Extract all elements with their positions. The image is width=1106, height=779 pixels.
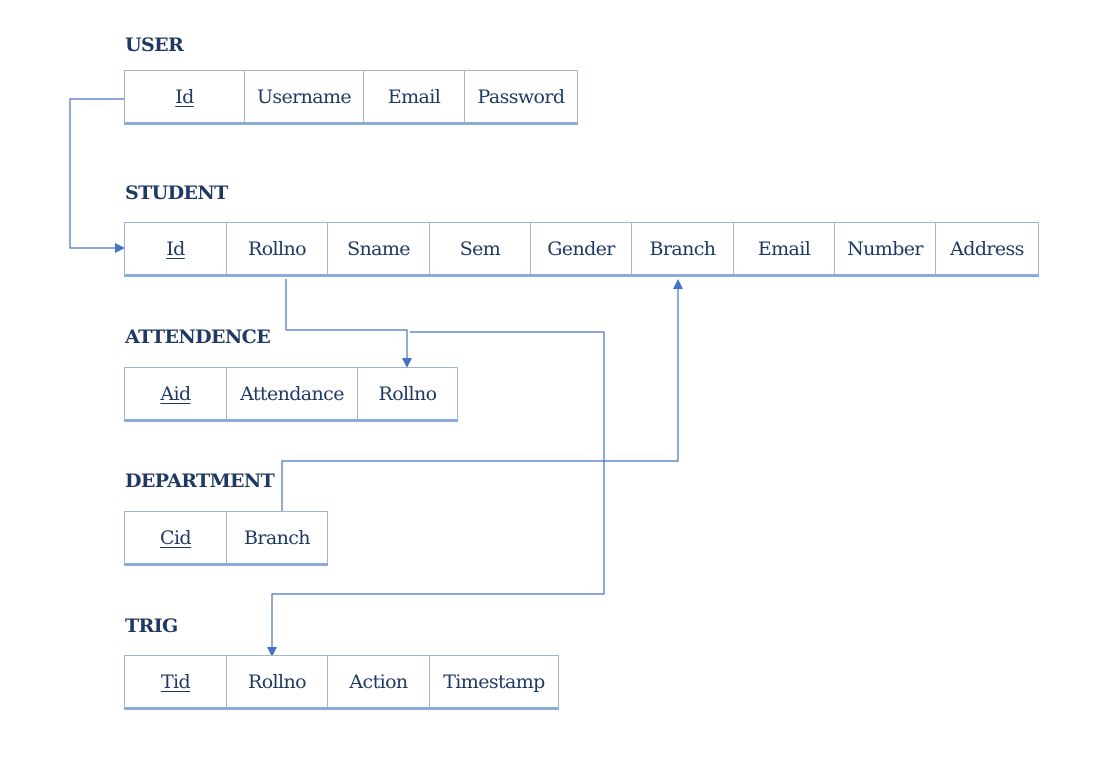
attendence-table: Aid Attendance Rollno — [124, 367, 458, 422]
table-title-department: DEPARTMENT — [125, 470, 275, 492]
table-title-attendence: ATTENDENCE — [125, 326, 271, 348]
user-id-column: Id — [124, 71, 244, 122]
trig-timestamp-column: Timestamp — [429, 656, 559, 707]
student-sname-column: Sname — [327, 223, 429, 274]
attendence-rollno-column: Rollno — [357, 368, 458, 419]
student-gender-column: Gender — [530, 223, 631, 274]
department-cid-column: Cid — [124, 512, 226, 563]
attendence-aid-column: Aid — [124, 368, 226, 419]
table-title-student: STUDENT — [125, 182, 228, 204]
connector-user-id-to-student-id — [69, 98, 125, 253]
department-table: Cid Branch — [124, 511, 328, 566]
table-title-user: USER — [125, 34, 184, 56]
trig-table: Tid Rollno Action Timestamp — [124, 655, 559, 710]
table-title-trig: TRIG — [125, 615, 178, 637]
user-username-column: Username — [244, 71, 363, 122]
department-branch-column: Branch — [226, 512, 328, 563]
user-email-column: Email — [363, 71, 464, 122]
trig-rollno-column: Rollno — [226, 656, 327, 707]
student-table: Id Rollno Sname Sem Gender Branch Email … — [124, 222, 1039, 277]
connector-student-rollno-to-attendence-rollno — [285, 279, 412, 368]
student-sem-column: Sem — [429, 223, 530, 274]
student-number-column: Number — [834, 223, 935, 274]
trig-tid-column: Tid — [124, 656, 226, 707]
attendence-attendance-column: Attendance — [226, 368, 357, 419]
user-table: Id Username Email Password — [124, 70, 578, 125]
student-id-column: Id — [124, 223, 226, 274]
student-address-column: Address — [935, 223, 1039, 274]
student-branch-column: Branch — [631, 223, 733, 274]
student-rollno-column: Rollno — [226, 223, 327, 274]
student-email-column: Email — [733, 223, 834, 274]
trig-action-column: Action — [327, 656, 429, 707]
user-password-column: Password — [464, 71, 578, 122]
